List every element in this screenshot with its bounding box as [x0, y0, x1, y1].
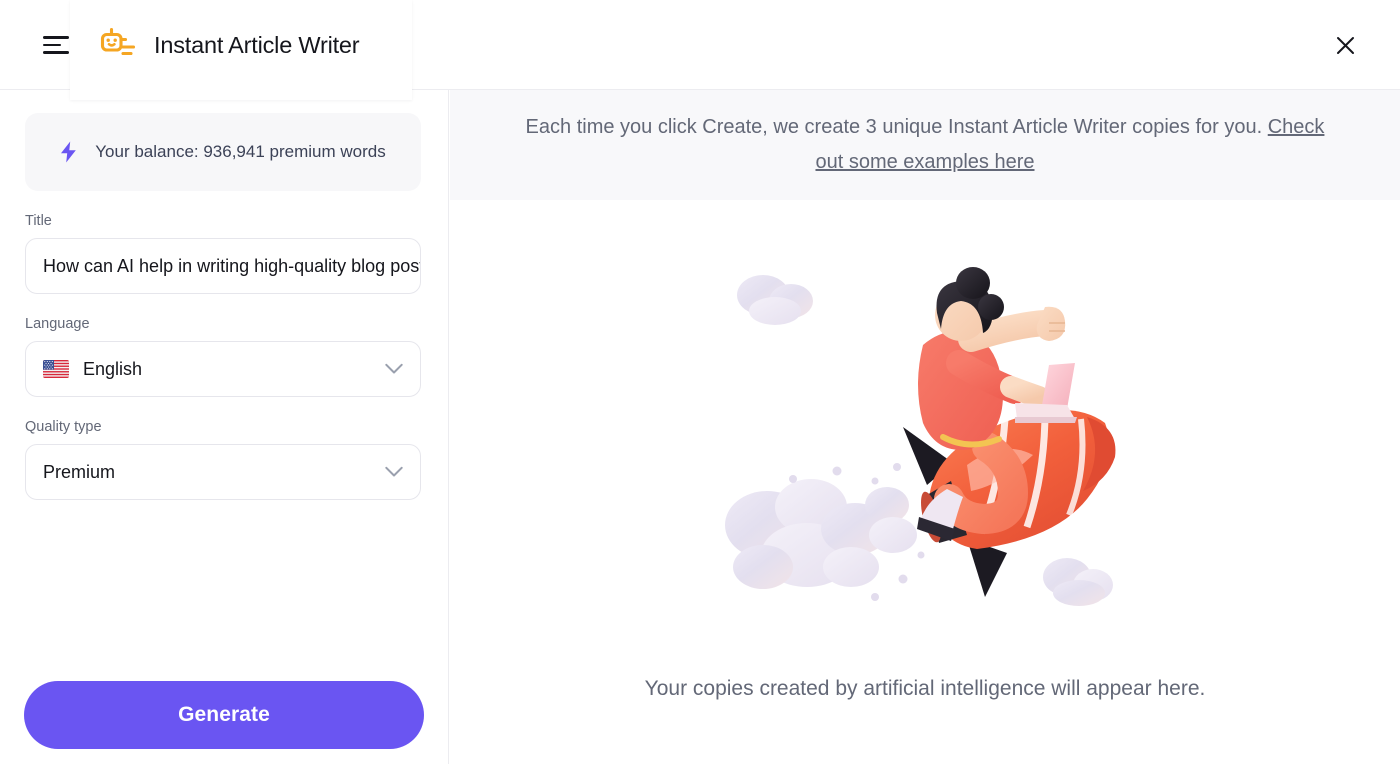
- info-banner-prefix: Each time you click Create, we create 3 …: [525, 116, 1268, 138]
- lightning-bolt-icon: [61, 141, 77, 163]
- info-banner: Each time you click Create, we create 3 …: [450, 90, 1400, 200]
- language-select[interactable]: English: [25, 341, 421, 397]
- cloud-top-left: [737, 275, 813, 325]
- page-title: Instant Article Writer: [154, 31, 360, 58]
- hamburger-line-middle: [43, 43, 61, 47]
- label-quality-type: Quality type: [25, 419, 102, 435]
- quality-type-select[interactable]: Premium: [25, 444, 421, 500]
- instant-article-writer-app: Instant Article Writer Your balance: 936…: [0, 0, 1400, 764]
- cloud-exhaust: [725, 479, 917, 589]
- hamburger-menu-icon[interactable]: [43, 30, 73, 60]
- chevron-down-icon: [385, 363, 403, 374]
- balance-card: Your balance: 936,941 premium words: [25, 113, 421, 191]
- robot-writer-logo-icon: [100, 27, 136, 56]
- brand: Instant Article Writer: [98, 25, 360, 65]
- header-content: Instant Article Writer: [0, 0, 1400, 90]
- label-title: Title: [25, 213, 52, 229]
- label-language: Language: [25, 316, 90, 332]
- info-banner-text: Each time you click Create, we create 3 …: [510, 110, 1340, 180]
- person-riding-rocket-with-laptop-illustration: [725, 267, 1116, 606]
- title-input[interactable]: How can AI help in writing high-quality …: [25, 238, 421, 294]
- field-group-title: Title How can AI help in writing high-qu…: [25, 213, 423, 294]
- field-group-quality-type: Quality type Premium: [25, 419, 423, 500]
- field-group-language: Language English: [25, 316, 423, 397]
- hamburger-line-top: [43, 36, 69, 39]
- language-select-value: English: [83, 358, 143, 379]
- empty-state: Your copies created by artificial intell…: [450, 200, 1400, 764]
- generate-button[interactable]: Generate: [24, 681, 424, 749]
- quality-type-select-value: Premium: [43, 461, 116, 482]
- us-flag-icon: [43, 360, 69, 378]
- cloud-bottom-right: [1043, 558, 1113, 606]
- chevron-down-icon: [385, 466, 403, 477]
- balance-text: Your balance: 936,941 premium words: [95, 142, 386, 161]
- settings-sidebar: Your balance: 936,941 premium words Titl…: [0, 90, 449, 764]
- close-icon[interactable]: [1330, 30, 1360, 60]
- hamburger-line-bottom: [43, 51, 69, 54]
- empty-state-text: Your copies created by artificial intell…: [644, 677, 1206, 700]
- output-panel: Each time you click Create, we create 3 …: [450, 90, 1400, 764]
